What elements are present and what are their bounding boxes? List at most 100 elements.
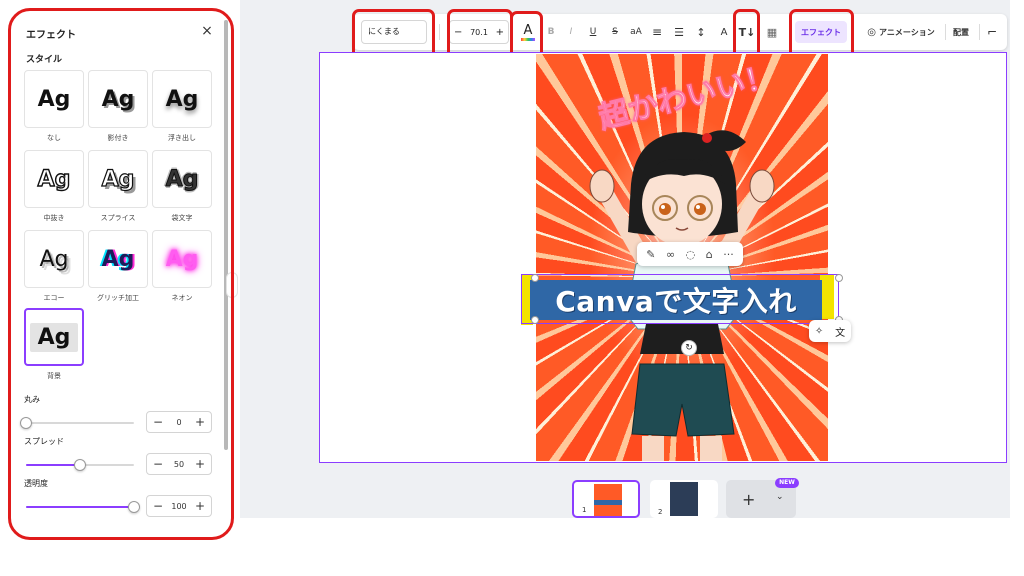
style-label: 袋文字 bbox=[171, 214, 193, 222]
plus-button[interactable]: + bbox=[193, 499, 207, 513]
strikethrough-button[interactable]: S bbox=[607, 14, 623, 50]
style-thumb-selected[interactable]: Ag bbox=[24, 308, 84, 366]
page-number: 2 bbox=[658, 508, 663, 516]
text-toolbar: にくまる − 70.1 + A B I U S aA ≡ ☰ ↕ A T↓ ▦ … bbox=[353, 14, 1007, 50]
style-thumb[interactable]: Ag bbox=[24, 230, 84, 288]
roundness-stepper: − 0 + bbox=[146, 411, 212, 433]
resize-handle[interactable] bbox=[531, 316, 539, 324]
style-preview: Ag bbox=[101, 166, 135, 192]
slider-fill bbox=[26, 464, 80, 466]
slider-label: 透明度 bbox=[24, 479, 48, 488]
divider bbox=[853, 24, 854, 40]
style-thumb[interactable]: Ag bbox=[152, 150, 212, 208]
slider-fill bbox=[26, 506, 134, 508]
stepper-value[interactable]: 0 bbox=[176, 418, 181, 427]
underline-button[interactable]: U bbox=[585, 14, 601, 50]
size-plus-button[interactable]: + bbox=[496, 27, 504, 38]
page-thumbnail-1[interactable]: 1 bbox=[572, 480, 640, 518]
magic-icon[interactable]: ✎ bbox=[646, 248, 655, 261]
more-icon[interactable]: ··· bbox=[723, 248, 734, 261]
font-size-value[interactable]: 70.1 bbox=[470, 28, 488, 37]
position-button[interactable]: 配置 bbox=[949, 14, 973, 50]
minus-button[interactable]: − bbox=[151, 457, 165, 471]
animation-button[interactable]: ◎ アニメーション bbox=[859, 14, 943, 50]
plus-icon: + bbox=[742, 489, 756, 509]
rotate-icon[interactable]: ↻ bbox=[681, 340, 697, 356]
style-preview: Ag bbox=[101, 86, 135, 112]
plus-button[interactable]: + bbox=[193, 457, 207, 471]
slider-track[interactable] bbox=[26, 459, 134, 471]
translate-icon[interactable]: 文 bbox=[835, 324, 845, 339]
spread-stepper: − 50 + bbox=[146, 453, 212, 475]
style-shadow[interactable]: Ag 影付き bbox=[88, 70, 148, 143]
style-thumb[interactable]: Ag bbox=[88, 70, 148, 128]
slider-track[interactable] bbox=[20, 417, 134, 429]
style-thumb[interactable]: Ag bbox=[88, 150, 148, 208]
selection-box[interactable] bbox=[521, 274, 839, 324]
page-thumbnail-2[interactable]: 2 bbox=[650, 480, 718, 518]
style-thumb[interactable]: Ag bbox=[24, 70, 84, 128]
slider-transparency: 透明度 − 100 + bbox=[24, 478, 216, 519]
slider-knob[interactable] bbox=[128, 501, 140, 513]
style-thumb[interactable]: Ag bbox=[24, 150, 84, 208]
divider bbox=[979, 24, 980, 40]
transparency-stepper: − 100 + bbox=[146, 495, 212, 517]
list-icon[interactable]: ☰ bbox=[671, 14, 687, 50]
magic-write-icon[interactable]: ✧ bbox=[815, 326, 823, 337]
panel-scrollbar[interactable] bbox=[224, 20, 228, 450]
style-thumb[interactable]: Ag bbox=[152, 230, 212, 288]
style-background[interactable]: Ag 背景 bbox=[24, 308, 84, 381]
slider-track[interactable] bbox=[26, 501, 140, 513]
slider-knob[interactable] bbox=[20, 417, 32, 429]
case-button[interactable]: aA bbox=[627, 14, 645, 50]
animation-icon: ◎ bbox=[867, 26, 877, 38]
style-hollow[interactable]: Ag 中抜き bbox=[24, 150, 84, 223]
style-outline[interactable]: Ag 袋文字 bbox=[152, 150, 212, 223]
style-lift[interactable]: Ag 浮き出し bbox=[152, 70, 212, 143]
slider-label: 丸み bbox=[24, 395, 40, 404]
style-label: 浮き出し bbox=[168, 134, 196, 142]
stepper-value[interactable]: 50 bbox=[174, 460, 184, 469]
new-badge: NEW bbox=[775, 478, 799, 488]
style-echo[interactable]: Ag エコー bbox=[24, 230, 84, 303]
link-icon[interactable]: ∞ bbox=[666, 248, 675, 261]
size-minus-button[interactable]: − bbox=[454, 27, 462, 38]
text-color-button[interactable]: A bbox=[517, 18, 539, 46]
style-label: 背景 bbox=[47, 372, 61, 380]
slider-label: スプレッド bbox=[24, 437, 64, 446]
close-icon[interactable]: × bbox=[200, 24, 214, 38]
vertical-text-icon[interactable]: A bbox=[715, 14, 733, 50]
spacing-icon[interactable]: ↕ bbox=[693, 14, 709, 50]
slider-knob[interactable] bbox=[74, 459, 86, 471]
italic-button[interactable]: I bbox=[563, 14, 579, 50]
text-direction-icon[interactable]: T↓ bbox=[737, 14, 757, 50]
align-icon[interactable]: ≡ bbox=[649, 14, 665, 50]
minus-button[interactable]: − bbox=[151, 415, 165, 429]
resize-handle[interactable] bbox=[531, 274, 539, 282]
thumbnail-preview bbox=[670, 482, 698, 516]
paint-format-icon[interactable]: ⌐ bbox=[983, 14, 1001, 50]
comment-icon[interactable]: ◌ bbox=[686, 248, 696, 261]
plus-button[interactable]: + bbox=[193, 415, 207, 429]
bold-button[interactable]: B bbox=[543, 14, 559, 50]
style-preview: Ag bbox=[165, 86, 199, 112]
style-neon[interactable]: Ag ネオン bbox=[152, 230, 212, 303]
effects-button[interactable]: エフェクト bbox=[795, 21, 847, 43]
style-thumb[interactable]: Ag bbox=[152, 70, 212, 128]
chevron-down-icon[interactable]: ⌄ bbox=[776, 492, 784, 502]
divider bbox=[439, 24, 440, 40]
text-ai-bar: ✧ 文 bbox=[809, 320, 851, 342]
style-glitch[interactable]: Ag グリッチ加工 bbox=[88, 230, 148, 303]
minus-button[interactable]: − bbox=[151, 499, 165, 513]
panel-title: エフェクト bbox=[26, 30, 76, 41]
lock-icon[interactable]: ⌂ bbox=[706, 248, 713, 261]
font-selector[interactable]: にくまる bbox=[361, 20, 427, 44]
resize-handle[interactable] bbox=[835, 274, 843, 282]
style-none[interactable]: Ag なし bbox=[24, 70, 84, 143]
transparency-icon[interactable]: ▦ bbox=[763, 14, 781, 50]
stepper-value[interactable]: 100 bbox=[171, 502, 186, 511]
panel-collapse-handle[interactable] bbox=[226, 272, 238, 298]
style-splice[interactable]: Ag スプライス bbox=[88, 150, 148, 223]
style-thumb[interactable]: Ag bbox=[88, 230, 148, 288]
style-preview: Ag bbox=[29, 322, 79, 352]
